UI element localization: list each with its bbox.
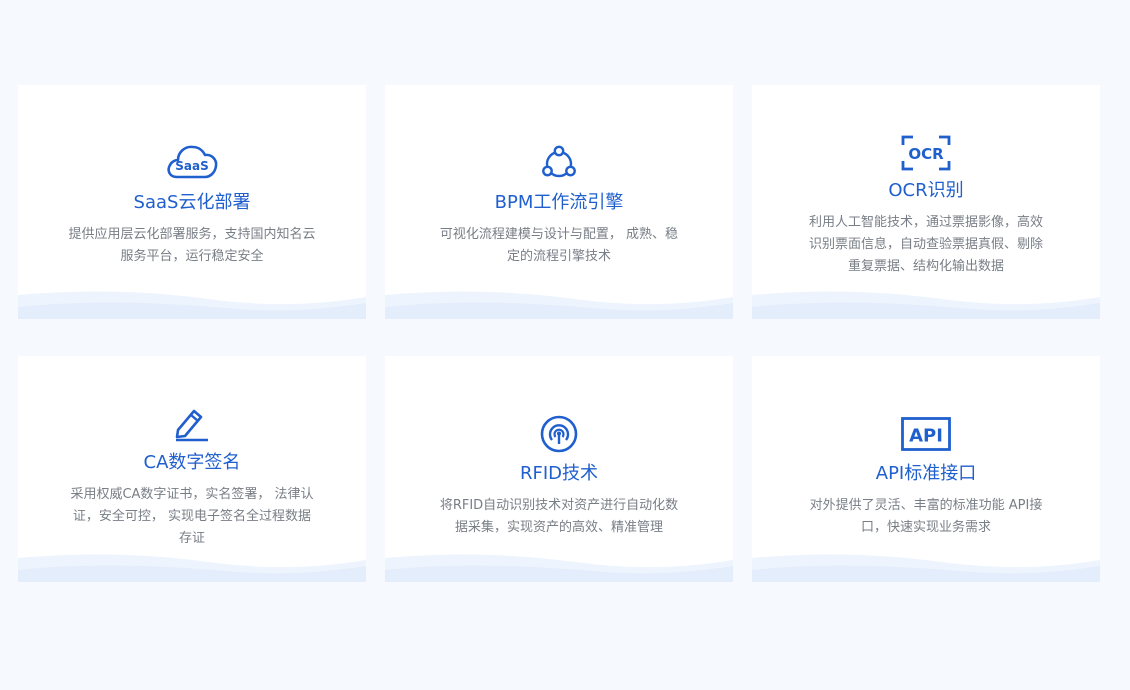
saas-cloud-icon: SaaS: [18, 141, 366, 181]
feature-description: 提供应用层云化部署服务，支持国内知名云服务平台，运行稳定安全: [68, 227, 316, 264]
feature-card-api: API API标准接口 对外提供了灵活、丰富的标准功能 API接口，快速实现业务…: [752, 356, 1100, 582]
feature-title: BPM工作流引擎: [494, 192, 624, 213]
svg-text:API: API: [909, 426, 943, 447]
pen-signature-icon: [18, 406, 366, 442]
feature-card-rfid: RFID技术 将RFID自动识别技术对资产进行自动化数据采集，实现资产的高效、精…: [385, 356, 733, 582]
feature-title: API标准接口: [875, 463, 977, 484]
feature-description: 利用人工智能技术，通过票据影像，高效识别票面信息，自动查验票据真假、剔除重复票据…: [808, 215, 1043, 274]
bpm-workflow-icon: [385, 145, 733, 181]
wave-decoration: [385, 554, 733, 582]
feature-card-ca: CA数字签名 采用权威CA数字证书，实名签署， 法律认证，安全可控， 实现电子签…: [18, 356, 366, 582]
wave-decoration: [385, 291, 733, 319]
svg-text:OCR: OCR: [908, 145, 944, 163]
feature-description: 对外提供了灵活、丰富的标准功能 API接口，快速实现业务需求: [809, 498, 1043, 535]
feature-title: SaaS云化部署: [133, 192, 251, 213]
wave-decoration: [752, 554, 1100, 582]
ocr-scan-icon: OCR: [752, 135, 1100, 171]
svg-text:SaaS: SaaS: [175, 159, 208, 173]
wave-decoration: [18, 291, 366, 319]
feature-title: OCR识别: [888, 180, 964, 201]
feature-card-saas: SaaS SaaS云化部署 提供应用层云化部署服务，支持国内知名云服务平台，运行…: [18, 85, 366, 319]
rfid-signal-icon: [385, 414, 733, 454]
feature-description: 采用权威CA数字证书，实名签署， 法律认证，安全可控， 实现电子签名全过程数据存…: [70, 487, 314, 546]
feature-description: 可视化流程建模与设计与配置， 成熟、稳定的流程引擎技术: [439, 227, 679, 264]
feature-title: CA数字签名: [143, 452, 241, 473]
feature-description: 将RFID自动识别技术对资产进行自动化数据采集，实现资产的高效、精准管理: [439, 498, 679, 535]
wave-decoration: [752, 291, 1100, 319]
feature-title: RFID技术: [519, 463, 599, 484]
wave-decoration: [18, 554, 366, 582]
feature-card-bpm: BPM工作流引擎 可视化流程建模与设计与配置， 成熟、稳定的流程引擎技术: [385, 85, 733, 319]
api-box-icon: API: [752, 417, 1100, 451]
feature-card-ocr: OCR OCR识别 利用人工智能技术，通过票据影像，高效识别票面信息，自动查验票…: [752, 85, 1100, 319]
